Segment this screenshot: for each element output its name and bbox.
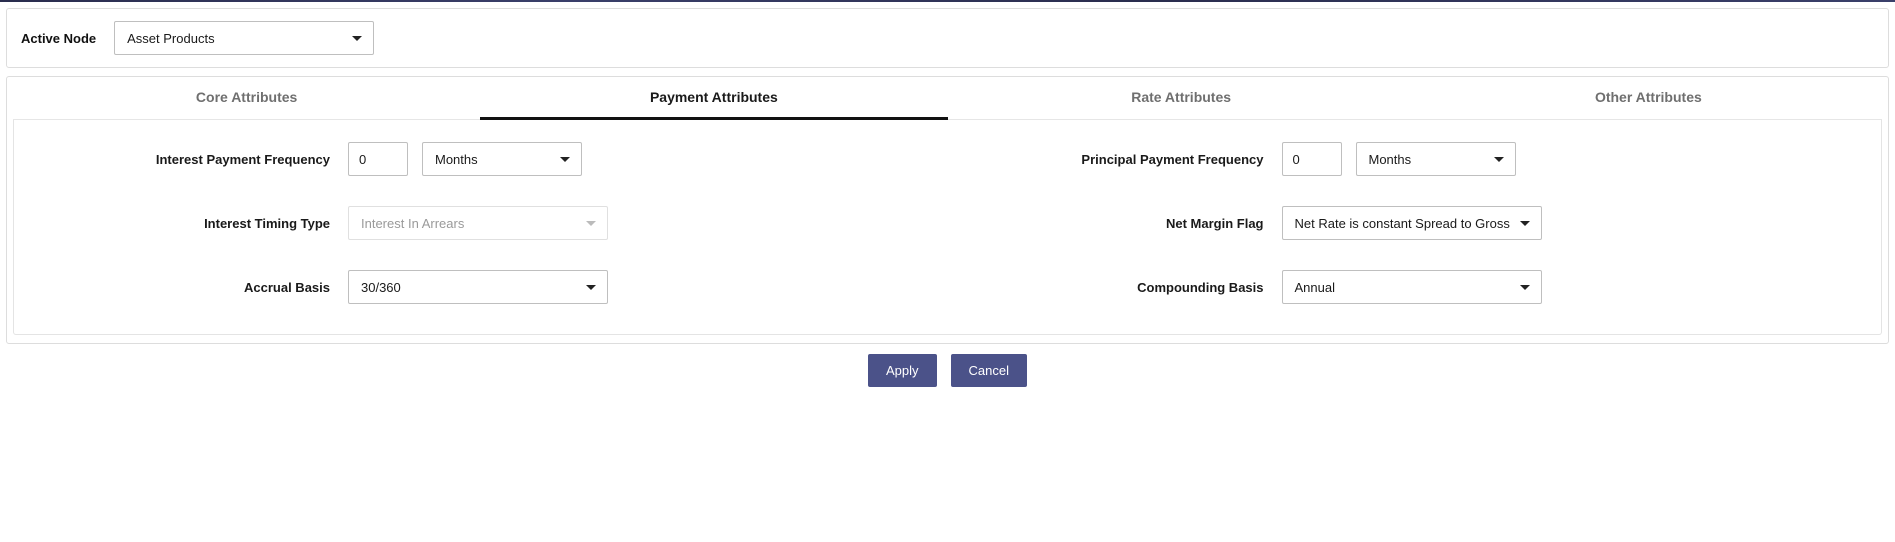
control-compounding-basis: Annual — [1282, 270, 1862, 304]
chevron-down-icon — [1493, 152, 1505, 167]
row-compounding-basis: Compounding Basis Annual — [968, 270, 1862, 304]
control-interest-payment-frequency: Months — [348, 142, 928, 176]
active-node-value: Asset Products — [127, 31, 214, 46]
apply-button[interactable]: Apply — [868, 354, 937, 387]
cancel-button[interactable]: Cancel — [951, 354, 1027, 387]
tabs-bar: Core Attributes Payment Attributes Rate … — [13, 77, 1882, 120]
select-value: Interest In Arrears — [361, 216, 464, 231]
tab-label: Rate Attributes — [1131, 89, 1231, 105]
chevron-down-icon — [351, 31, 363, 46]
select-value: Months — [435, 152, 478, 167]
select-value: Annual — [1295, 280, 1335, 295]
active-node-select[interactable]: Asset Products — [114, 21, 374, 55]
principal-payment-frequency-unit-select[interactable]: Months — [1356, 142, 1516, 176]
label-compounding-basis: Compounding Basis — [968, 280, 1268, 295]
accrual-basis-select[interactable]: 30/360 — [348, 270, 608, 304]
action-buttons: Apply Cancel — [6, 354, 1889, 387]
active-node-panel: Active Node Asset Products — [6, 8, 1889, 68]
row-interest-payment-frequency: Interest Payment Frequency Months — [34, 142, 928, 176]
tab-rate-attributes[interactable]: Rate Attributes — [948, 77, 1415, 119]
select-value: 30/360 — [361, 280, 401, 295]
tab-label: Core Attributes — [196, 89, 297, 105]
row-net-margin-flag: Net Margin Flag Net Rate is constant Spr… — [968, 206, 1862, 240]
interest-timing-type-select: Interest In Arrears — [348, 206, 608, 240]
chevron-down-icon — [1519, 216, 1531, 231]
active-node-row: Active Node Asset Products — [21, 21, 1874, 55]
control-accrual-basis: 30/360 — [348, 270, 928, 304]
tab-label: Other Attributes — [1595, 89, 1702, 105]
net-margin-flag-select[interactable]: Net Rate is constant Spread to Gross — [1282, 206, 1542, 240]
chevron-down-icon — [585, 280, 597, 295]
form-grid: Interest Payment Frequency Months Princi… — [34, 142, 1861, 304]
select-value: Months — [1369, 152, 1412, 167]
payment-attributes-form: Interest Payment Frequency Months Princi… — [13, 120, 1882, 335]
chevron-down-icon — [559, 152, 571, 167]
tab-core-attributes[interactable]: Core Attributes — [13, 77, 480, 119]
label-principal-payment-frequency: Principal Payment Frequency — [968, 152, 1268, 167]
active-node-label: Active Node — [21, 31, 96, 46]
tab-label: Payment Attributes — [650, 89, 778, 105]
label-accrual-basis: Accrual Basis — [34, 280, 334, 295]
compounding-basis-select[interactable]: Annual — [1282, 270, 1542, 304]
row-accrual-basis: Accrual Basis 30/360 — [34, 270, 928, 304]
row-principal-payment-frequency: Principal Payment Frequency Months — [968, 142, 1862, 176]
chevron-down-icon — [585, 216, 597, 231]
control-principal-payment-frequency: Months — [1282, 142, 1862, 176]
principal-payment-frequency-input[interactable] — [1282, 142, 1342, 176]
label-interest-timing-type: Interest Timing Type — [34, 216, 334, 231]
row-interest-timing-type: Interest Timing Type Interest In Arrears — [34, 206, 928, 240]
app-top-divider — [0, 0, 1895, 2]
control-interest-timing-type: Interest In Arrears — [348, 206, 928, 240]
label-net-margin-flag: Net Margin Flag — [968, 216, 1268, 231]
control-net-margin-flag: Net Rate is constant Spread to Gross — [1282, 206, 1862, 240]
interest-payment-frequency-input[interactable] — [348, 142, 408, 176]
select-value: Net Rate is constant Spread to Gross — [1295, 216, 1510, 231]
label-interest-payment-frequency: Interest Payment Frequency — [34, 152, 334, 167]
interest-payment-frequency-unit-select[interactable]: Months — [422, 142, 582, 176]
tab-other-attributes[interactable]: Other Attributes — [1415, 77, 1882, 119]
attributes-panel: Core Attributes Payment Attributes Rate … — [6, 76, 1889, 344]
tab-payment-attributes[interactable]: Payment Attributes — [480, 77, 947, 119]
chevron-down-icon — [1519, 280, 1531, 295]
